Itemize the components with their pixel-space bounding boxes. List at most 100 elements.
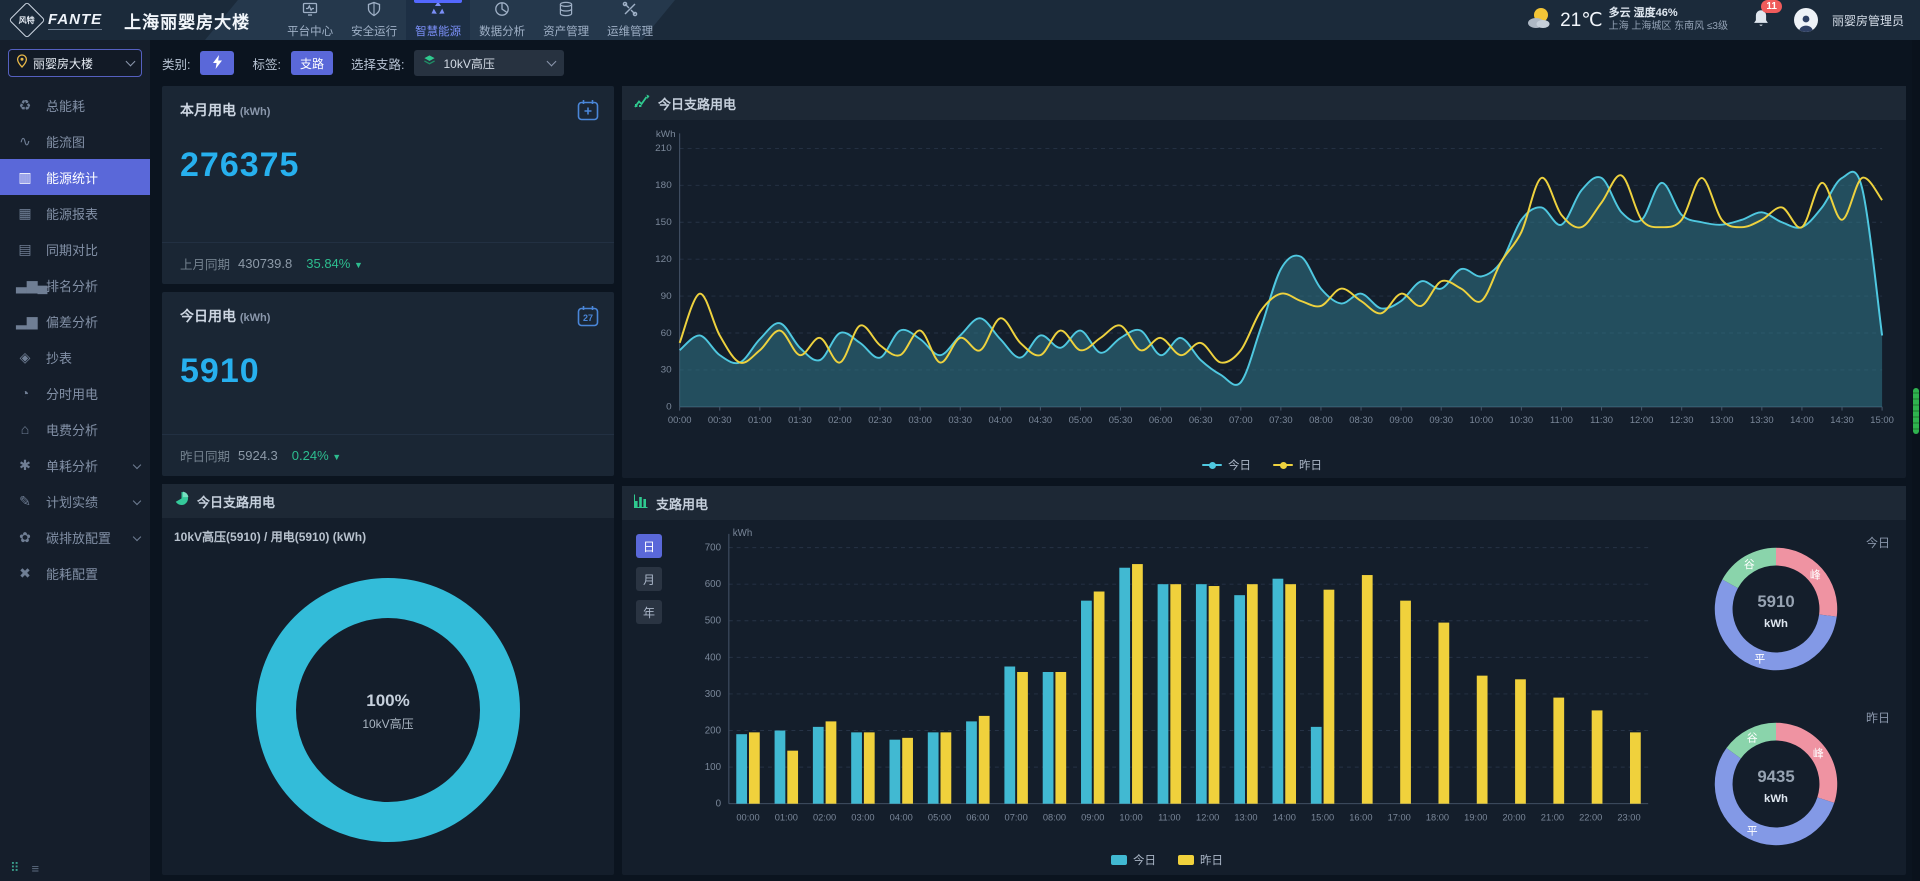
sidebar-item-ranking-analysis[interactable]: ▃▆▄排名分析 (0, 267, 150, 303)
svg-text:01:00: 01:00 (748, 415, 772, 425)
svg-text:500: 500 (705, 616, 722, 627)
svg-text:27: 27 (583, 313, 593, 323)
scrollbar-thumb[interactable] (1913, 388, 1919, 434)
bar-panel-header: 支路用电 (622, 486, 1906, 520)
sidebar-item-meter-reading[interactable]: ◈抄表 (0, 339, 150, 375)
svg-text:01:00: 01:00 (775, 812, 798, 822)
svg-text:02:30: 02:30 (868, 415, 892, 425)
svg-text:400: 400 (705, 652, 722, 663)
calendar-add-icon[interactable] (576, 98, 600, 127)
data-analysis-icon (494, 1, 510, 22)
tou-donuts-column: 今日 峰平谷5910kWh 昨日 峰平谷9435kWh (1656, 520, 1906, 875)
legend-square-marker (1111, 855, 1127, 865)
nav-item-platform-center[interactable]: 平台中心 (278, 0, 342, 40)
total-energy-icon: ♻ (16, 97, 34, 114)
chevron-down-icon (126, 57, 136, 67)
sidebar-item-electricity-fee[interactable]: ⌂电费分析 (0, 411, 150, 447)
month-usage-value: 276375 (180, 146, 596, 185)
sidebar: 丽婴房大楼 ♻总能耗∿能流图▥能源统计▦能源报表 ▤ 同期对比 ▃▆▄排名分析▂▆偏差… (0, 40, 150, 881)
sidebar-item-energy-statistics[interactable]: ▥能源统计 (0, 159, 150, 195)
legend-item-今日[interactable]: 今日 (1202, 457, 1251, 473)
svg-text:210: 210 (655, 143, 672, 154)
period-compare-icon: ▤ (16, 241, 34, 258)
nav-item-ops-management[interactable]: 运维管理 (598, 0, 662, 40)
sidebar-item-period-compare[interactable]: ▤ 同期对比 (0, 231, 150, 267)
pie-chart-icon (174, 491, 189, 511)
sidebar-item-label: 计划实绩 (46, 492, 98, 511)
nav-item-smart-energy[interactable]: 智慧能源 (406, 0, 470, 40)
svg-text:13:30: 13:30 (1750, 415, 1774, 425)
nav-item-label: 安全运行 (351, 23, 397, 39)
chevron-down-icon (133, 497, 141, 505)
svg-text:150: 150 (655, 217, 672, 228)
sidebar-item-unit-consumption[interactable]: ✱单耗分析 (0, 447, 150, 483)
sidebar-item-deviation-analysis[interactable]: ▂▆偏差分析 (0, 303, 150, 339)
nav-item-label: 智慧能源 (415, 23, 461, 39)
plan-actual-icon: ✎ (16, 493, 34, 510)
legend-item-今日[interactable]: 今日 (1111, 852, 1156, 868)
nav-item-label: 数据分析 (479, 23, 525, 39)
nav-item-label: 运维管理 (607, 23, 653, 39)
line-chart-area: 0306090120150180210kWh00:0000:3001:0001:… (622, 120, 1906, 478)
legend-item-昨日[interactable]: 昨日 (1178, 852, 1223, 868)
period-button-日[interactable]: 日 (636, 534, 662, 558)
line-panel-header: 今日支路用电 (622, 86, 1906, 120)
svg-text:07:00: 07:00 (1229, 415, 1253, 425)
sidebar-item-plan-actual[interactable]: ✎ 计划实绩 (0, 483, 150, 519)
category-electric-button[interactable] (200, 51, 234, 75)
sidebar-item-label: 同期对比 (46, 240, 98, 259)
sidebar-item-tou-power[interactable]: ◔分时用电 (0, 375, 150, 411)
lightning-bolt-icon (212, 55, 223, 72)
main-content: 类别: 标签: 支路 选择支路: 10kV高压 (150, 40, 1920, 881)
period-button-月[interactable]: 月 (636, 567, 662, 591)
branch-select[interactable]: 10kV高压 (414, 50, 564, 76)
month-card-footer: 上月同期 430739.8 35.84% ▼ (162, 242, 614, 284)
company-logo-icon: 风特 (9, 2, 46, 39)
svg-text:01:30: 01:30 (788, 415, 812, 425)
trend-chart-icon (634, 94, 650, 113)
svg-text:峰: 峰 (1813, 747, 1824, 760)
svg-text:02:00: 02:00 (828, 415, 852, 425)
header-right-cluster: 21℃ 多云 湿度46% 上海 上海城区 东南风 ≤3级 11 (1524, 5, 1920, 36)
weather-detail: 多云 湿度46% 上海 上海城区 东南风 ≤3级 (1609, 7, 1728, 33)
line-chart-legend: 今日 昨日 (626, 454, 1898, 476)
chevron-down-icon (133, 533, 141, 541)
nav-item-data-analysis[interactable]: 数据分析 (470, 0, 534, 40)
tag-branch-button[interactable]: 支路 (291, 51, 333, 75)
layers-icon (423, 54, 436, 72)
app-root: 风特 FANTE 上海丽婴房大楼 平台中心安全运行智慧能源数据分析资产管理运维管… (0, 0, 1920, 881)
sidebar-item-energy-flow[interactable]: ∿能流图 (0, 123, 150, 159)
building-selector[interactable]: 丽婴房大楼 (8, 49, 142, 77)
sidebar-item-label: 单耗分析 (46, 456, 98, 475)
nav-item-asset-management[interactable]: 资产管理 (534, 0, 598, 40)
month-percent: 35.84% ▼ (306, 256, 363, 271)
svg-text:15:00: 15:00 (1311, 812, 1334, 822)
collapse-menu-icon[interactable]: ≡ (32, 861, 40, 876)
svg-text:03:30: 03:30 (948, 415, 972, 425)
sidebar-item-label: 电费分析 (46, 420, 98, 439)
sidebar-item-label: 抄表 (46, 348, 72, 367)
user-name[interactable]: 丽婴房管理员 (1832, 12, 1904, 29)
month-usage-card: 本月用电 (kWh) 276375 上月同期 4307 (162, 86, 614, 284)
svg-text:10:00: 10:00 (1119, 812, 1142, 822)
nav-item-safe-operation[interactable]: 安全运行 (342, 0, 406, 40)
svg-text:平: 平 (1747, 825, 1758, 837)
platform-center-icon (302, 1, 318, 22)
tou-donut-yesterday-label: 昨日 (1866, 709, 1890, 726)
calendar-day-icon[interactable]: 27 (576, 304, 600, 333)
user-avatar[interactable] (1794, 8, 1818, 32)
sidebar-item-energy-config[interactable]: ✖能耗配置 (0, 555, 150, 591)
svg-text:00:00: 00:00 (736, 812, 759, 822)
period-button-年[interactable]: 年 (636, 600, 662, 624)
sidebar-item-total-energy[interactable]: ♻总能耗 (0, 87, 150, 123)
grid-toggle-icon[interactable]: ⠿ (10, 860, 20, 876)
legend-item-昨日[interactable]: 昨日 (1273, 457, 1322, 473)
page-scrollbar (1912, 40, 1920, 881)
sidebar-item-energy-report[interactable]: ▦能源报表 (0, 195, 150, 231)
sidebar-item-carbon-config[interactable]: ✿碳排放配置 (0, 519, 150, 555)
legend-square-marker (1178, 855, 1194, 865)
notifications-button[interactable]: 11 (1742, 8, 1780, 33)
sidebar-item-label: 碳排放配置 (46, 528, 111, 547)
svg-text:05:30: 05:30 (1109, 415, 1133, 425)
bell-icon (1752, 15, 1770, 32)
